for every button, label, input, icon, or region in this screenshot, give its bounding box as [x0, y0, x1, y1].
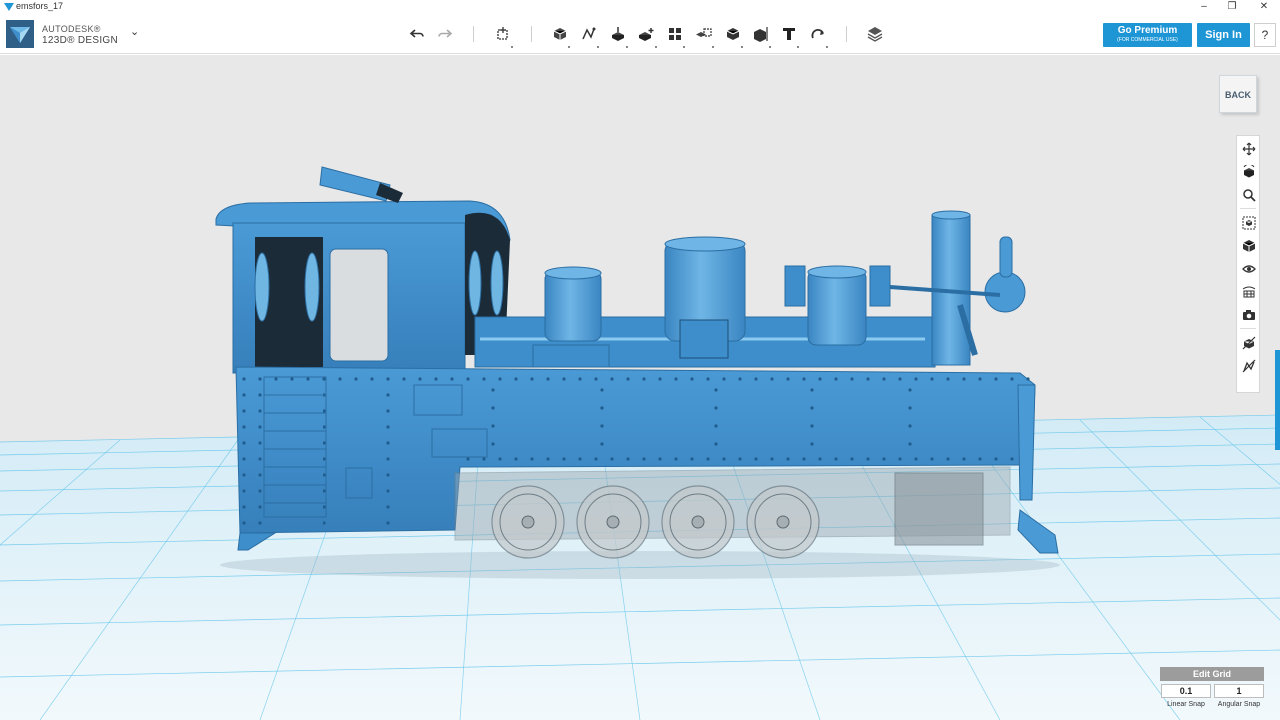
- angular-snap-label: Angular Snap: [1217, 701, 1261, 708]
- hide-sketch-icon: [1242, 359, 1256, 373]
- combine-tool[interactable]: [721, 22, 745, 48]
- brand-product: 123D® DESIGN: [42, 35, 118, 46]
- visibility-button[interactable]: [1240, 260, 1258, 278]
- material-display-icon: [1242, 286, 1256, 298]
- grouping-tool[interactable]: [692, 22, 716, 48]
- modify-tool[interactable]: [635, 22, 659, 48]
- linear-snap-label: Linear Snap: [1167, 701, 1205, 708]
- window-title: emsfors_17: [16, 1, 64, 11]
- minimize-button[interactable]: –: [1190, 0, 1218, 14]
- sketch-icon: [582, 27, 596, 40]
- hide-sketch-button[interactable]: [1240, 357, 1258, 375]
- linear-snap-field[interactable]: 0.1: [1161, 684, 1211, 698]
- screenshot-button[interactable]: [1240, 306, 1258, 324]
- text-tool[interactable]: [777, 22, 801, 48]
- material-icon: [867, 27, 883, 42]
- close-button[interactable]: ✕: [1250, 0, 1278, 14]
- app-logo-icon[interactable]: [6, 20, 34, 48]
- construct-icon: [612, 27, 624, 41]
- grouping-icon: [696, 28, 712, 37]
- navigation-bar: [1236, 135, 1260, 393]
- toolbar-divider: [846, 26, 847, 42]
- view-cube-icon: [1242, 240, 1256, 252]
- undo-button[interactable]: [405, 22, 429, 46]
- construct-tool[interactable]: [606, 22, 630, 48]
- primitives-tool[interactable]: [548, 22, 572, 48]
- toolbar-divider: [473, 26, 474, 42]
- viewcube-back[interactable]: BACK: [1219, 75, 1257, 113]
- redo-icon: [438, 29, 453, 38]
- edit-grid-button[interactable]: Edit Grid: [1160, 667, 1264, 681]
- maximize-button[interactable]: ❐: [1218, 0, 1246, 14]
- transform-icon: [497, 27, 508, 40]
- locomotive-model[interactable]: [215, 166, 1059, 559]
- eye-icon: [1242, 265, 1256, 273]
- snap-icon: [811, 29, 824, 39]
- pan-button[interactable]: [1240, 140, 1258, 158]
- sketch-tool[interactable]: [577, 22, 601, 48]
- undo-icon: [409, 29, 424, 38]
- help-button[interactable]: ?: [1254, 23, 1276, 47]
- text-icon: [783, 28, 795, 40]
- materials-button[interactable]: [1240, 283, 1258, 301]
- measure-icon: [754, 27, 768, 42]
- app-menu-chevron-down-icon[interactable]: ⌄: [130, 25, 139, 38]
- pattern-tool[interactable]: [663, 22, 687, 48]
- toolbar-divider: [531, 26, 532, 42]
- premium-label: Go Premium: [1117, 25, 1178, 36]
- model-shadow: [220, 551, 1060, 579]
- main-toolbar: AUTODESK® 123D® DESIGN ⌄ Go Premium (FOR…: [0, 14, 1280, 54]
- fit-button[interactable]: [1240, 214, 1258, 232]
- views-button[interactable]: [1240, 237, 1258, 255]
- model-scene[interactable]: [0, 55, 1280, 720]
- go-premium-button[interactable]: Go Premium (FOR COMMERCIAL USE): [1103, 23, 1192, 47]
- grid-settings-panel: Edit Grid 0.1 1 Linear Snap Angular Snap: [1160, 667, 1264, 717]
- orbit-icon: [1243, 165, 1255, 178]
- transform-tool[interactable]: [491, 22, 515, 48]
- side-panel-tab[interactable]: [1275, 350, 1280, 450]
- 3d-viewport[interactable]: BACK Edit Grid 0.1 1 Linear Snap Angular…: [0, 55, 1280, 720]
- zoom-button[interactable]: [1240, 186, 1258, 204]
- premium-sublabel: (FOR COMMERCIAL USE): [1117, 37, 1178, 43]
- brand-company: AUTODESK®: [42, 24, 101, 34]
- zoom-icon: [1243, 189, 1256, 202]
- pan-icon: [1242, 142, 1256, 156]
- camera-icon: [1243, 310, 1255, 320]
- angular-snap-field[interactable]: 1: [1214, 684, 1264, 698]
- primitives-icon: [553, 28, 567, 40]
- pattern-icon: [669, 28, 681, 40]
- title-bar: emsfors_17 – ❐ ✕: [0, 0, 1280, 14]
- measure-tool[interactable]: [749, 22, 773, 48]
- orbit-button[interactable]: [1240, 163, 1258, 181]
- sign-in-button[interactable]: Sign In: [1197, 23, 1250, 47]
- material-tool[interactable]: [863, 22, 887, 46]
- redo-button[interactable]: [433, 22, 457, 46]
- fit-icon: [1242, 216, 1256, 230]
- snap-tool[interactable]: [806, 22, 830, 48]
- modify-icon: [639, 28, 654, 41]
- combine-icon: [726, 28, 740, 40]
- visual-style-button[interactable]: [1240, 334, 1258, 352]
- visual-style-icon: [1242, 336, 1256, 350]
- app-icon: [4, 3, 14, 11]
